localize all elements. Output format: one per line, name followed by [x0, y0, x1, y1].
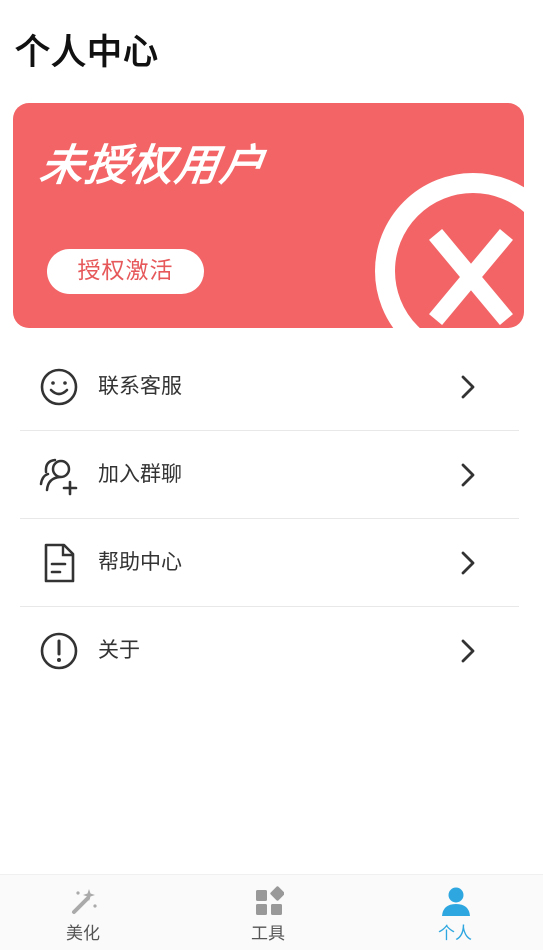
menu-item-label: 帮助中心: [98, 550, 182, 574]
tab-profile[interactable]: 个人: [395, 875, 515, 950]
chevron-right-icon: [461, 551, 475, 575]
chevron-right-icon: [461, 375, 475, 399]
activate-button[interactable]: 授权激活: [47, 249, 204, 294]
tab-label: 工具: [251, 924, 285, 944]
menu-item-customer-service[interactable]: 联系客服: [20, 343, 519, 431]
chevron-right-icon: [461, 463, 475, 487]
grid-icon: [256, 886, 284, 915]
menu-item-help-center[interactable]: 帮助中心: [20, 519, 519, 607]
bottom-tab-bar: 美化 工具 个人: [0, 874, 543, 950]
chevron-right-icon: [461, 639, 475, 663]
menu-item-label: 加入群聊: [98, 462, 182, 486]
auth-card: 未授权用户 授权激活: [13, 103, 524, 328]
x-circle-icon: [375, 173, 524, 328]
person-icon: [442, 887, 470, 916]
info-icon: [40, 632, 78, 670]
menu-item-join-group[interactable]: 加入群聊: [20, 431, 519, 519]
tab-tools[interactable]: 工具: [208, 875, 328, 950]
menu-item-about[interactable]: 关于: [20, 607, 519, 694]
menu-item-label: 联系客服: [98, 374, 182, 398]
magic-wand-icon: [72, 889, 97, 914]
menu-list: 联系客服 加入群聊 帮助中心 关于: [20, 343, 519, 694]
page-title: 个人中心: [15, 33, 160, 73]
add-user-icon: [39, 458, 78, 496]
tab-label: 美化: [66, 924, 100, 944]
menu-item-label: 关于: [98, 638, 140, 662]
auth-status: 未授权用户: [36, 141, 269, 191]
smile-icon: [40, 368, 78, 406]
tab-label: 个人: [438, 924, 472, 944]
document-icon: [44, 543, 75, 583]
tab-beautify[interactable]: 美化: [23, 875, 143, 950]
